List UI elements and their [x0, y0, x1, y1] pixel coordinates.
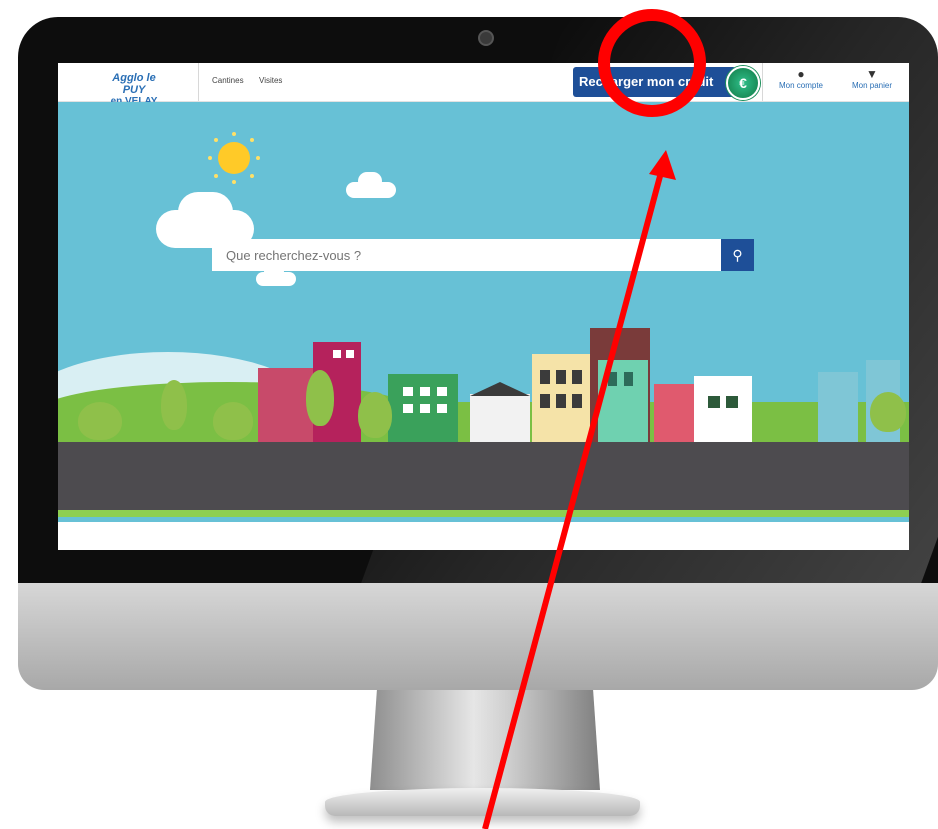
arrow-shaft [482, 164, 666, 829]
arrow-head [649, 150, 676, 180]
annotation-arrow [482, 150, 676, 829]
